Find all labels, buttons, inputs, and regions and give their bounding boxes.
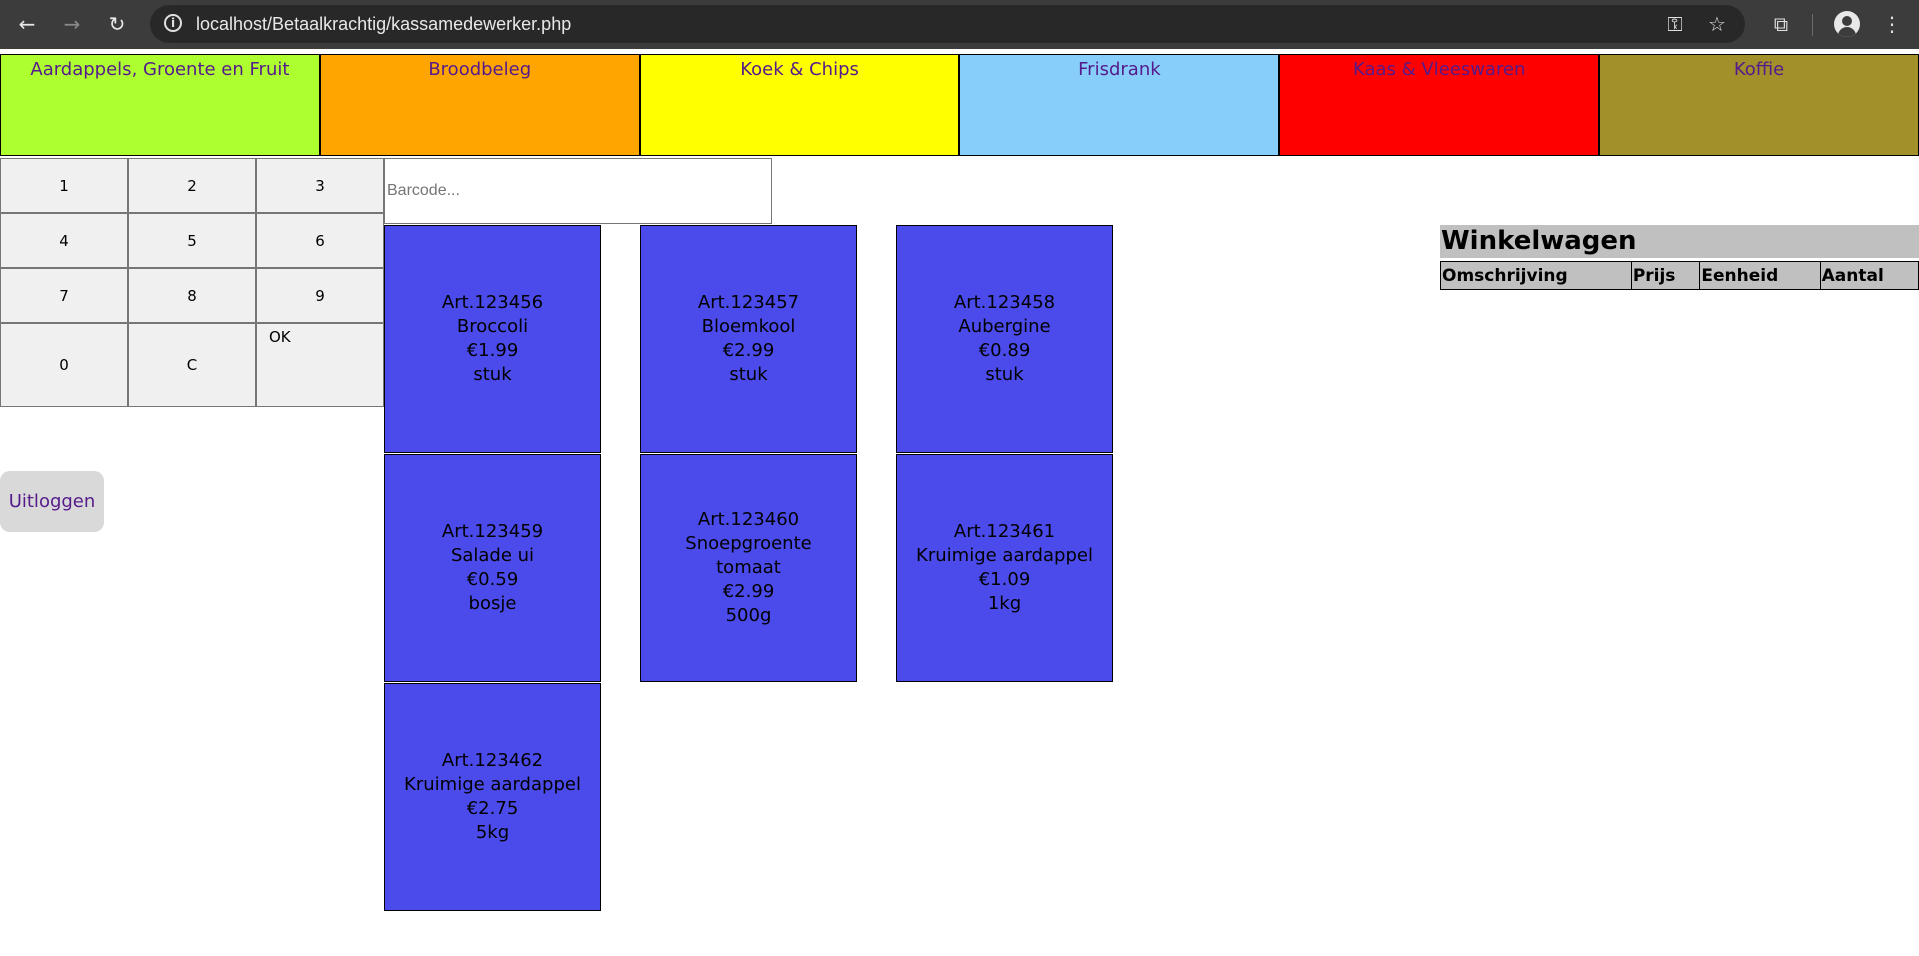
category-label: Broodbeleg bbox=[428, 59, 532, 80]
product-article: Art.123459 bbox=[441, 521, 544, 542]
product-card[interactable]: Art.123462 Kruimige aardappel €2.75 5kg bbox=[384, 683, 601, 911]
product-price: €2.99 bbox=[722, 581, 775, 602]
category-tab[interactable]: Kaas & Vleeswaren bbox=[1279, 54, 1600, 156]
forward-arrow-icon[interactable]: → bbox=[57, 9, 87, 39]
url-text[interactable]: localhost/Betaalkrachtig/kassamedewerker… bbox=[196, 14, 571, 35]
product-unit: 5kg bbox=[475, 822, 510, 843]
product-name: Bloemkool bbox=[701, 316, 796, 337]
profile-avatar-icon[interactable] bbox=[1834, 11, 1860, 37]
product-unit: stuk bbox=[729, 364, 768, 385]
product-name: Kruimige aardappel bbox=[404, 774, 581, 795]
product-price: €2.75 bbox=[466, 798, 519, 819]
product-card[interactable]: Art.123459 Salade ui €0.59 bosje bbox=[384, 454, 601, 682]
product-name: Aubergine bbox=[958, 316, 1051, 337]
product-name: Snoepgroente tomaat bbox=[685, 533, 812, 578]
product-name: Broccoli bbox=[456, 316, 529, 337]
key-icon[interactable]: ⚿ bbox=[1662, 11, 1688, 37]
product-name: Kruimige aardappel bbox=[916, 545, 1093, 566]
browser-toolbar: ← → ↻ i localhost/Betaalkrachtig/kassame… bbox=[0, 0, 1919, 49]
numpad-key-1[interactable]: 1 bbox=[0, 158, 128, 213]
numpad-key-9[interactable]: 9 bbox=[256, 268, 384, 323]
category-tab[interactable]: Koffie bbox=[1599, 54, 1919, 156]
extensions-icon[interactable]: ⧉ bbox=[1766, 9, 1796, 39]
address-bar[interactable]: i localhost/Betaalkrachtig/kassamedewerk… bbox=[150, 5, 1745, 43]
product-unit: 500g bbox=[725, 605, 772, 626]
numpad-key-0[interactable]: 0 bbox=[0, 323, 128, 407]
url-path: /Betaalkrachtig/kassamedewerker.php bbox=[267, 14, 572, 34]
star-icon[interactable]: ☆ bbox=[1704, 11, 1730, 37]
numpad-key-2[interactable]: 2 bbox=[128, 158, 256, 213]
numpad-key-3[interactable]: 3 bbox=[256, 158, 384, 213]
numpad-key-5[interactable]: 5 bbox=[128, 213, 256, 268]
product-unit: 1kg bbox=[987, 593, 1022, 614]
product-card[interactable]: Art.123456 Broccoli €1.99 stuk bbox=[384, 225, 601, 453]
product-card[interactable]: Art.123461 Kruimige aardappel €1.09 1kg bbox=[896, 454, 1113, 682]
product-price: €2.99 bbox=[722, 340, 775, 361]
product-card[interactable]: Art.123460 Snoepgroente tomaat €2.99 500g bbox=[640, 454, 857, 682]
logout-button[interactable]: Uitloggen bbox=[0, 471, 104, 532]
reload-icon[interactable]: ↻ bbox=[102, 9, 132, 39]
site-info-icon[interactable]: i bbox=[164, 14, 182, 32]
product-unit: stuk bbox=[473, 364, 512, 385]
product-price: €0.89 bbox=[978, 340, 1031, 361]
cart-header-row: Omschrijving Prijs Eenheid Aantal bbox=[1440, 261, 1919, 290]
menu-kebab-icon[interactable]: ⋮ bbox=[1877, 9, 1907, 39]
numpad-key-6[interactable]: 6 bbox=[256, 213, 384, 268]
product-article: Art.123461 bbox=[953, 521, 1056, 542]
product-unit: stuk bbox=[985, 364, 1024, 385]
numpad-key-8[interactable]: 8 bbox=[128, 268, 256, 323]
product-article: Art.123462 bbox=[441, 750, 544, 771]
cart-column-price: Prijs bbox=[1630, 261, 1701, 290]
url-host: localhost bbox=[196, 14, 268, 34]
cart-table: Omschrijving Prijs Eenheid Aantal bbox=[1440, 261, 1919, 290]
product-article: Art.123458 bbox=[953, 292, 1056, 313]
product-article: Art.123457 bbox=[697, 292, 800, 313]
category-label: Aardappels, Groente en Fruit bbox=[30, 59, 290, 80]
product-article: Art.123456 bbox=[441, 292, 544, 313]
category-label: Kaas & Vleeswaren bbox=[1352, 59, 1526, 80]
product-price: €1.99 bbox=[466, 340, 519, 361]
product-price: €1.09 bbox=[978, 569, 1031, 590]
toolbar-divider bbox=[1812, 14, 1813, 36]
category-tab[interactable]: Broodbeleg bbox=[319, 54, 640, 156]
category-tab[interactable]: Aardappels, Groente en Fruit bbox=[0, 54, 320, 156]
barcode-input[interactable] bbox=[384, 158, 772, 224]
numpad-clear-button[interactable]: C bbox=[128, 323, 256, 407]
product-price: €0.59 bbox=[466, 569, 519, 590]
category-bar: Aardappels, Groente en Fruit Broodbeleg Ko… bbox=[0, 54, 1919, 158]
category-tab[interactable]: Koek & Chips bbox=[639, 54, 960, 156]
cart-column-description: Omschrijving bbox=[1440, 261, 1632, 290]
numpad-key-4[interactable]: 4 bbox=[0, 213, 128, 268]
cart-column-unit: Eenheid bbox=[1699, 261, 1821, 290]
back-arrow-icon[interactable]: ← bbox=[12, 9, 42, 39]
cart-title: Winkelwagen bbox=[1440, 225, 1919, 258]
product-card[interactable]: Art.123457 Bloemkool €2.99 stuk bbox=[640, 225, 857, 453]
category-label: Frisdrank bbox=[1078, 59, 1161, 80]
category-tab[interactable]: Frisdrank bbox=[959, 54, 1280, 156]
cart-column-quantity: Aantal bbox=[1819, 261, 1919, 290]
product-name: Salade ui bbox=[450, 545, 535, 566]
category-label: Koek & Chips bbox=[740, 59, 859, 80]
product-unit: bosje bbox=[468, 593, 517, 614]
numpad-key-7[interactable]: 7 bbox=[0, 268, 128, 323]
product-article: Art.123460 bbox=[697, 509, 800, 530]
product-card[interactable]: Art.123458 Aubergine €0.89 stuk bbox=[896, 225, 1113, 453]
numpad-ok-button[interactable]: OK bbox=[256, 323, 384, 407]
category-label: Koffie bbox=[1733, 59, 1785, 80]
